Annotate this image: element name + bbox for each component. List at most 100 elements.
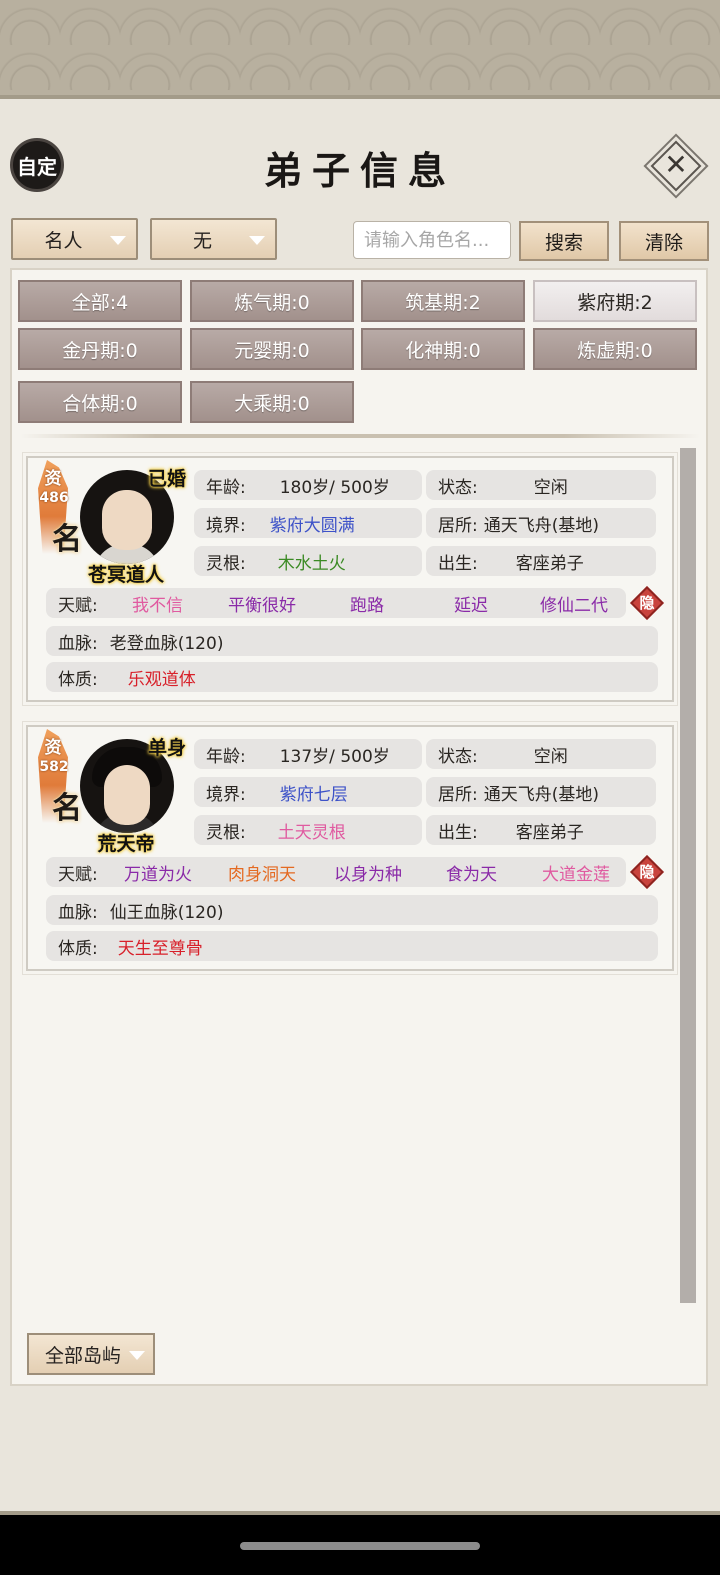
talent-item[interactable]: 修仙二代 xyxy=(540,591,608,616)
realm-filter-lianxu[interactable]: 炼虚期:0 xyxy=(533,328,697,370)
status-value: 空闲 xyxy=(533,746,568,767)
realm-filter-huashen[interactable]: 化神期:0 xyxy=(361,328,525,370)
hide-label: 隐 xyxy=(639,863,655,881)
list-scrollbar[interactable] xyxy=(680,448,696,1303)
page-title: 弟子信息 xyxy=(263,148,456,193)
origin-value: 客座弟子 xyxy=(515,822,584,843)
origin-field: 出生: 客座弟子 xyxy=(426,815,656,845)
physique-value: 乐观道体 xyxy=(127,669,196,690)
marital-status: 单身 xyxy=(148,737,187,759)
bloodline-value: 老登血脉(120) xyxy=(109,633,224,654)
realm-filter-dacheng[interactable]: 大乘期:0 xyxy=(190,381,354,423)
face-shape xyxy=(104,765,150,825)
realm-label: 境界: xyxy=(206,515,246,536)
realm-filter-zhuji[interactable]: 筑基期:2 xyxy=(361,280,525,322)
bloodline-field: 血脉: 仙王血脉(120) xyxy=(46,895,658,925)
root-label: 灵根: xyxy=(206,822,246,843)
search-input[interactable] xyxy=(353,221,511,259)
bloodline-value: 仙王血脉(120) xyxy=(109,902,224,923)
status-field: 状态: 空闲 xyxy=(426,470,656,500)
talent-item[interactable]: 我不信 xyxy=(132,591,183,616)
chevron-down-icon xyxy=(129,1351,145,1360)
age-field: 年龄: 137岁/ 500岁 xyxy=(194,739,422,769)
realm-value: 紫府七层 xyxy=(279,784,348,805)
aptitude-label: 资 xyxy=(44,469,62,489)
realm-filter-zifu[interactable]: 紫府期:2 xyxy=(533,280,697,322)
origin-label: 出生: xyxy=(438,822,478,843)
talent-item[interactable]: 大道金莲 xyxy=(542,860,610,885)
status-value: 空闲 xyxy=(533,477,568,498)
secondary-dropdown[interactable]: 无 xyxy=(150,218,277,260)
status-label: 状态: xyxy=(438,477,478,498)
avatar[interactable]: 资 486 名 已婚 苍冥道人 xyxy=(38,460,188,588)
aptitude-value: 582 xyxy=(39,759,69,775)
root-label: 灵根: xyxy=(206,553,246,574)
close-icon: ✕ xyxy=(664,148,688,181)
realm-label: 境界: xyxy=(206,784,246,805)
talent-item[interactable]: 以身为种 xyxy=(334,860,402,885)
island-dropdown[interactable]: 全部岛屿 xyxy=(27,1333,155,1375)
physique-field: 体质: 天生至尊骨 xyxy=(46,931,658,961)
chevron-down-icon xyxy=(249,236,265,245)
residence-value: 通天飞舟(基地) xyxy=(483,784,599,805)
residence-value: 通天飞舟(基地) xyxy=(483,515,599,536)
physique-label: 体质: xyxy=(58,938,98,959)
talent-label: 天赋: xyxy=(58,864,98,885)
talent-field: 天赋: 万道为火 肉身洞天 以身为种 食为天 大道金莲 xyxy=(46,857,626,887)
secondary-dropdown-value: 无 xyxy=(192,229,212,252)
residence-field: 居所: 通天飞舟(基地) xyxy=(426,777,656,807)
wave-pattern-background xyxy=(0,0,720,105)
marital-status: 已婚 xyxy=(148,468,187,490)
category-dropdown[interactable]: 名人 xyxy=(11,218,138,260)
physique-value: 天生至尊骨 xyxy=(117,938,203,959)
root-field: 灵根: 木水土火 xyxy=(194,546,422,576)
hide-button[interactable]: 隐 xyxy=(630,855,664,889)
age-label: 年龄: xyxy=(206,746,246,767)
clear-button[interactable]: 清除 xyxy=(619,221,709,261)
physique-field: 体质: 乐观道体 xyxy=(46,662,658,692)
disciple-card[interactable]: 资 486 名 已婚 苍冥道人 年龄: 180岁/ 500岁 状态: 空闲 境界… xyxy=(22,452,678,706)
age-label: 年龄: xyxy=(206,477,246,498)
hide-button[interactable]: 隐 xyxy=(630,586,664,620)
talent-item[interactable]: 延迟 xyxy=(454,591,488,616)
aptitude-label: 资 xyxy=(44,738,62,758)
realm-filter-heti[interactable]: 合体期:0 xyxy=(18,381,182,423)
close-button[interactable]: ✕ xyxy=(650,140,702,192)
avatar[interactable]: 资 582 名 单身 荒天帝 xyxy=(38,729,188,857)
residence-label: 居所: xyxy=(438,515,478,536)
talent-item[interactable]: 跑路 xyxy=(350,591,384,616)
bloodline-label: 血脉: xyxy=(58,633,98,654)
realm-field: 境界: 紫府七层 xyxy=(194,777,422,807)
status-label: 状态: xyxy=(438,746,478,767)
talent-item[interactable]: 万道为火 xyxy=(124,860,192,885)
residence-field: 居所: 通天飞舟(基地) xyxy=(426,508,656,538)
bloodline-label: 血脉: xyxy=(58,902,98,923)
talent-item[interactable]: 平衡很好 xyxy=(228,591,296,616)
physique-label: 体质: xyxy=(58,669,98,690)
face-shape xyxy=(102,490,152,550)
search-button[interactable]: 搜索 xyxy=(519,221,609,261)
origin-field: 出生: 客座弟子 xyxy=(426,546,656,576)
realm-filter-lianqi[interactable]: 炼气期:0 xyxy=(190,280,354,322)
talent-item[interactable]: 食为天 xyxy=(446,860,497,885)
auto-button[interactable]: 自定 xyxy=(10,138,64,192)
fame-badge: 名 xyxy=(52,791,82,826)
hide-label: 隐 xyxy=(639,594,655,612)
disciple-name: 苍冥道人 xyxy=(87,564,164,586)
realm-filter-jindan[interactable]: 金丹期:0 xyxy=(18,328,182,370)
disciple-card[interactable]: 资 582 名 单身 荒天帝 年龄: 137岁/ 500岁 状态: 空闲 境界:… xyxy=(22,721,678,975)
age-value: 137岁/ 500岁 xyxy=(279,746,390,767)
status-field: 状态: 空闲 xyxy=(426,739,656,769)
home-indicator[interactable] xyxy=(240,1542,480,1550)
realm-filter-all[interactable]: 全部:4 xyxy=(18,280,182,322)
root-value: 土天灵根 xyxy=(277,822,346,843)
realm-filter-yuanying[interactable]: 元婴期:0 xyxy=(190,328,354,370)
residence-label: 居所: xyxy=(438,784,478,805)
fame-badge: 名 xyxy=(52,522,82,557)
island-dropdown-value: 全部岛屿 xyxy=(45,1344,122,1367)
root-field: 灵根: 土天灵根 xyxy=(194,815,422,845)
realm-value: 紫府大圆满 xyxy=(269,515,355,536)
talent-label: 天赋: xyxy=(58,595,98,616)
bloodline-field: 血脉: 老登血脉(120) xyxy=(46,626,658,656)
talent-item[interactable]: 肉身洞天 xyxy=(228,860,296,885)
